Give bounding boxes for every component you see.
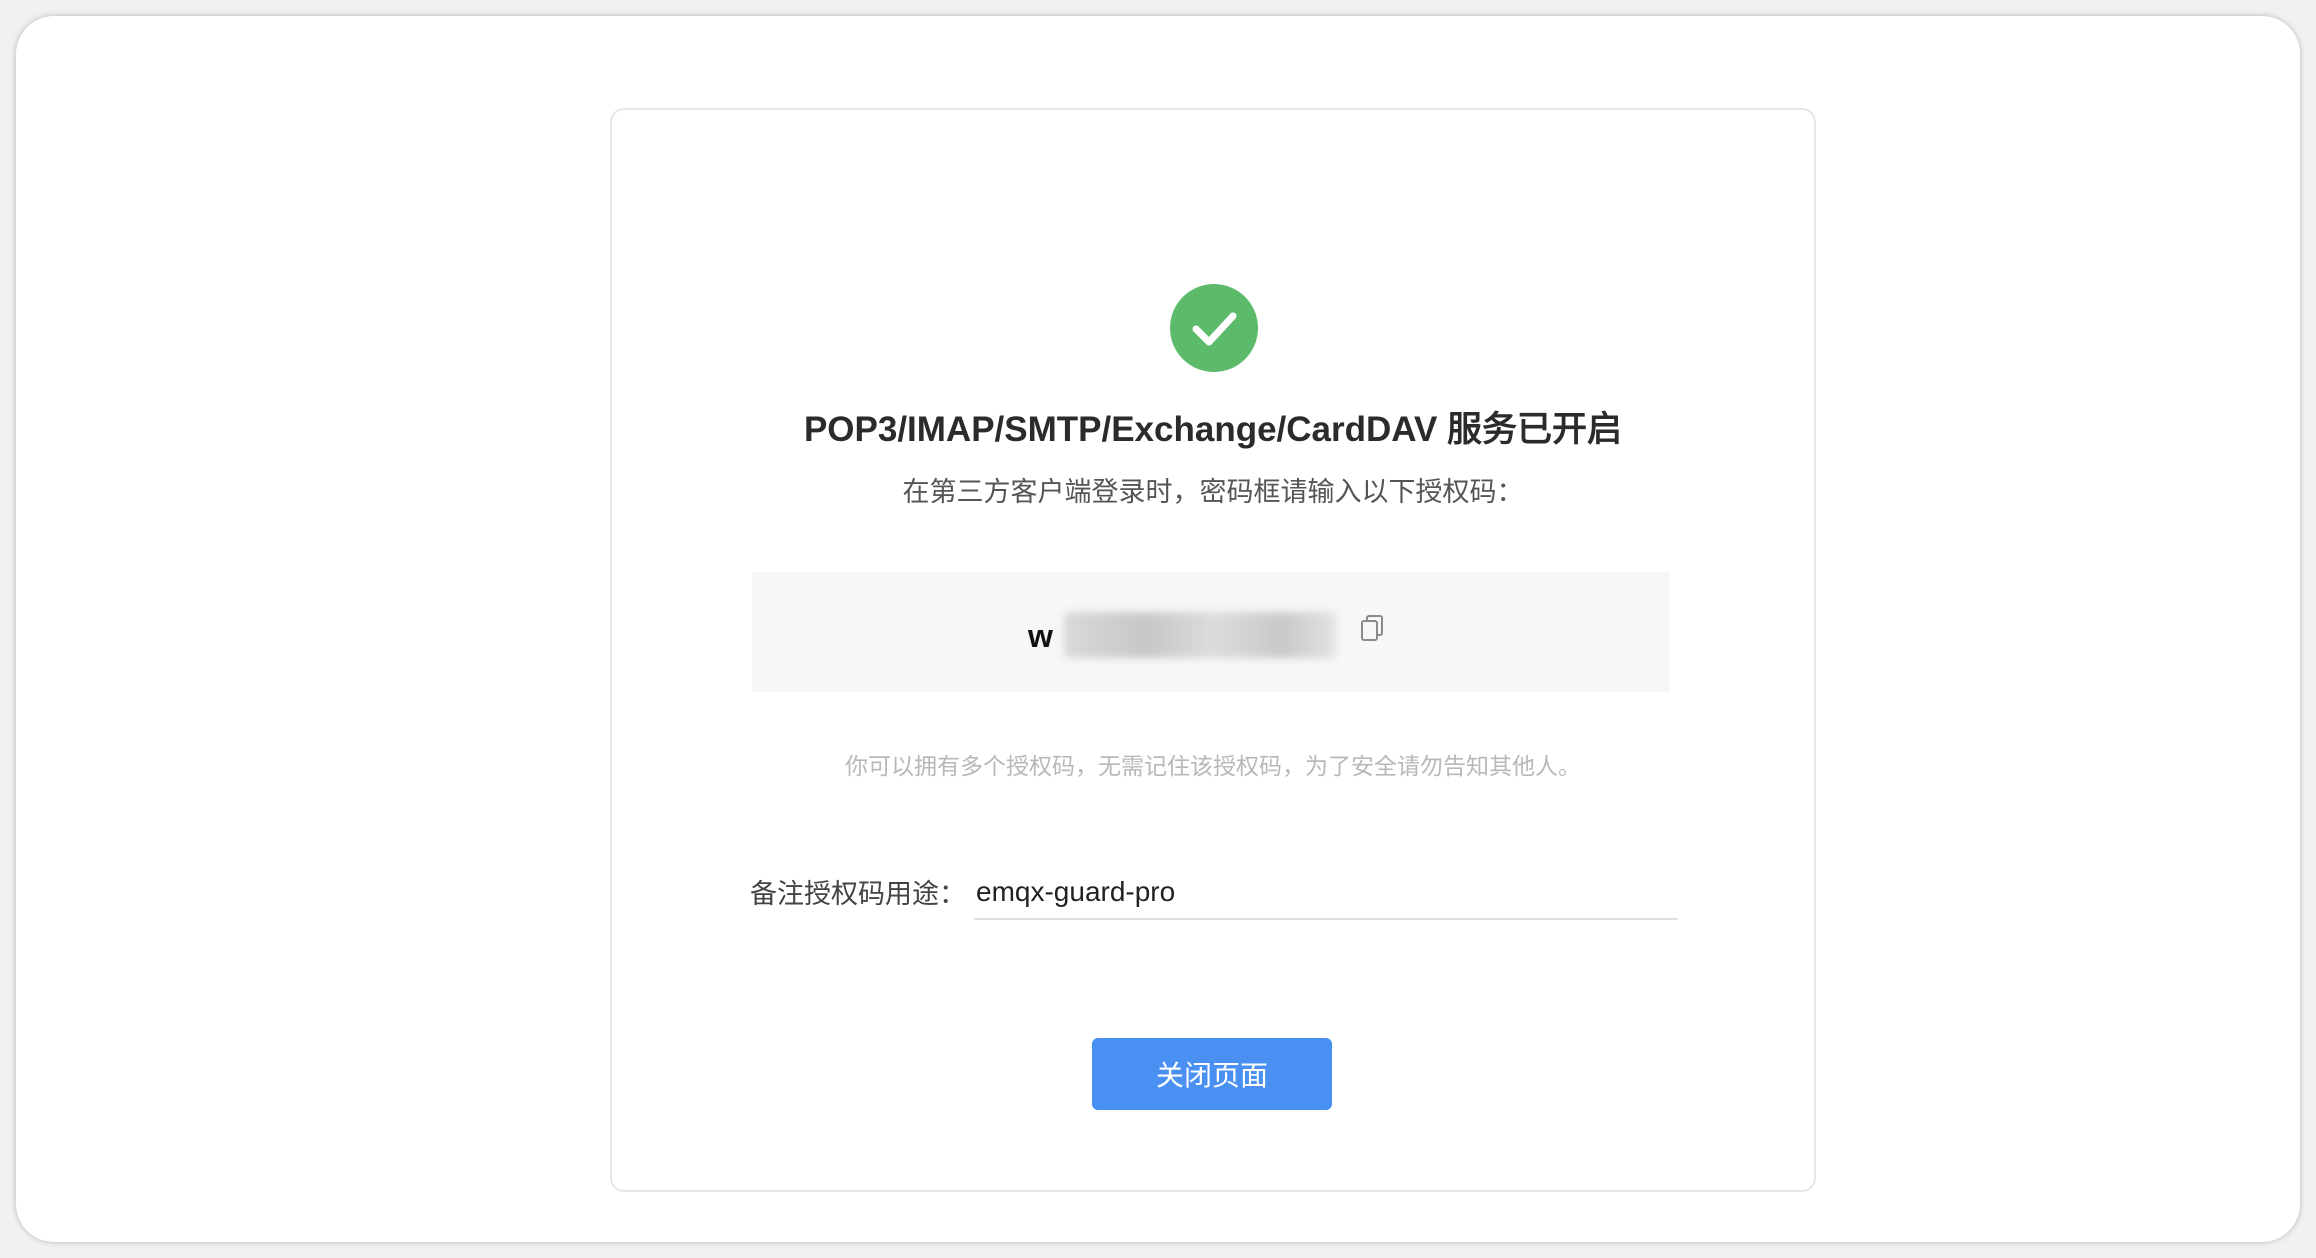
auth-code-box: w [752,572,1670,692]
copy-icon[interactable] [1356,612,1388,644]
check-circle-icon [1170,284,1258,372]
app-window: POP3/IMAP/SMTP/Exchange/CardDAV 服务已开启 在第… [16,16,2300,1242]
auth-code-value[interactable]: w [1028,616,1053,656]
close-page-button[interactable]: 关闭页面 [1092,1038,1332,1110]
note-label: 备注授权码用途： [750,879,966,909]
auth-code-redacted [1064,612,1336,658]
auth-code-card: POP3/IMAP/SMTP/Exchange/CardDAV 服务已开启 在第… [610,108,1816,1192]
instruction-text: 在第三方客户端登录时，密码框请输入以下授权码： [902,477,1524,507]
note-input[interactable] [974,866,1678,920]
page-title: POP3/IMAP/SMTP/Exchange/CardDAV 服务已开启 [803,410,1623,449]
security-hint: 你可以拥有多个授权码，无需记住该授权码，为了安全请勿告知其他人。 [845,753,1581,779]
